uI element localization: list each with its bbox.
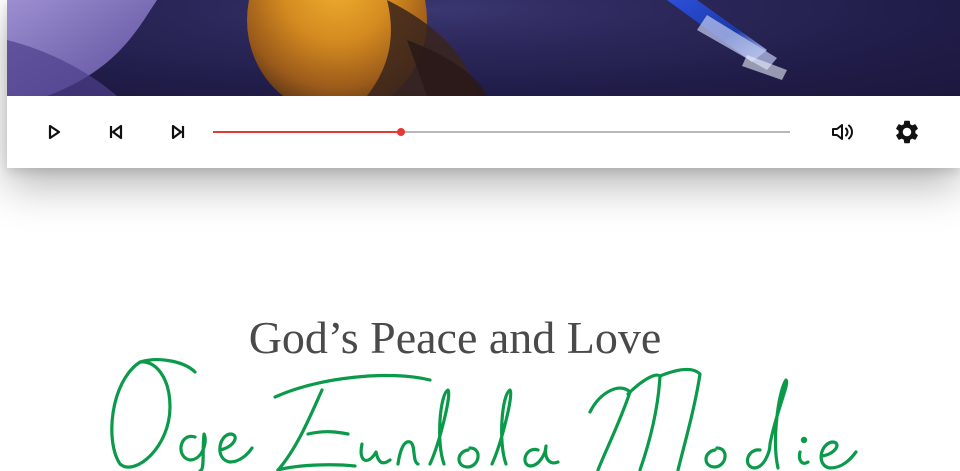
- play-button[interactable]: [40, 118, 68, 146]
- previous-button[interactable]: [102, 118, 130, 146]
- skip-next-icon: [171, 124, 185, 140]
- player-controls: [7, 96, 960, 168]
- gear-icon: [896, 120, 918, 144]
- progress-thumb[interactable]: [396, 128, 405, 136]
- video-player: [7, 0, 960, 168]
- progress-fill: [213, 131, 401, 133]
- skip-previous-icon: [109, 124, 123, 140]
- progress-bar[interactable]: [213, 128, 790, 136]
- next-button[interactable]: [164, 118, 192, 146]
- video-frame[interactable]: [7, 0, 960, 96]
- settings-button[interactable]: [893, 118, 921, 146]
- volume-button[interactable]: [829, 118, 857, 146]
- signature-name: [100, 352, 860, 471]
- play-icon: [48, 124, 61, 140]
- page: God’s Peace and Love: [0, 0, 960, 471]
- video-frame-image: [7, 0, 787, 96]
- volume-icon: [832, 124, 853, 140]
- signature-graphic: [110, 358, 858, 471]
